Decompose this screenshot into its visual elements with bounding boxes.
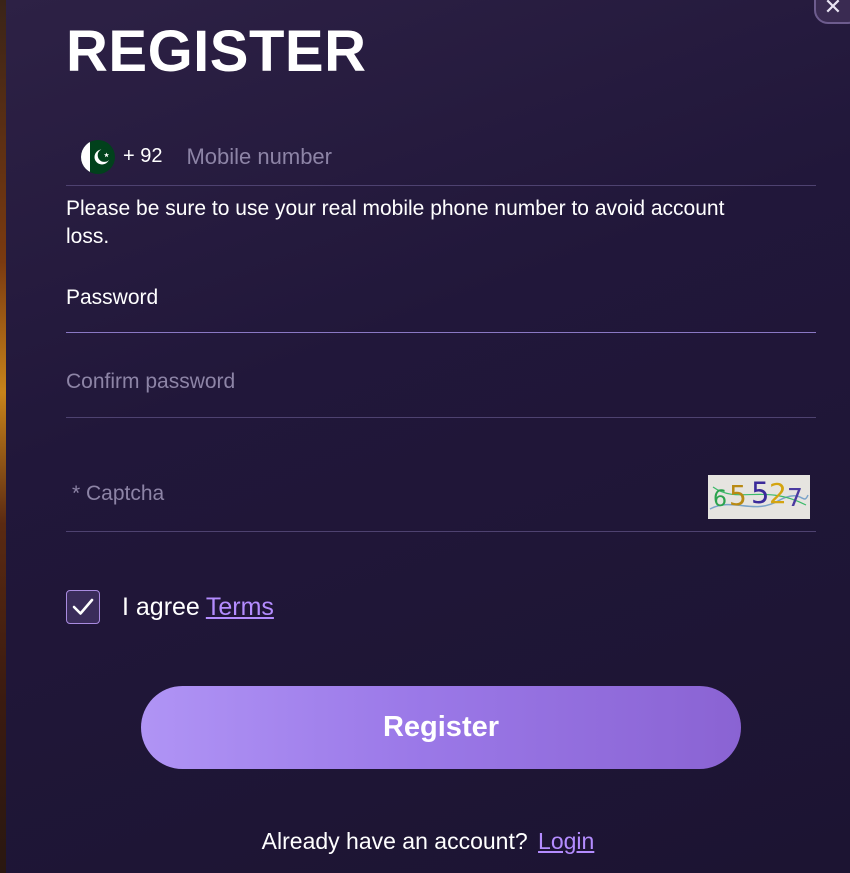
captcha-field: 6 5 5 2 7	[66, 470, 816, 532]
login-prompt-row: Already have an account? Login	[6, 828, 850, 855]
country-code[interactable]: + 92	[123, 145, 162, 168]
svg-text:5: 5	[729, 479, 747, 512]
register-button[interactable]: Register	[141, 686, 741, 769]
agree-terms-row: I agree Terms	[66, 590, 274, 624]
captcha-image[interactable]: 6 5 5 2 7	[708, 475, 810, 519]
phone-hint-text: Please be sure to use your real mobile p…	[66, 197, 725, 248]
mobile-number-field: + 92	[66, 128, 816, 186]
captcha-input[interactable]	[66, 482, 672, 506]
svg-text:2: 2	[769, 477, 787, 510]
pakistan-flag-icon	[81, 139, 115, 174]
svg-text:5: 5	[751, 476, 769, 510]
svg-text:6: 6	[713, 487, 727, 512]
register-modal: ✕ REGISTER + 92 Please be sure to use yo…	[6, 0, 850, 873]
login-prompt-text: Already have an account?	[261, 828, 528, 854]
page-title: REGISTER	[66, 19, 367, 84]
password-input[interactable]	[66, 286, 666, 310]
checkmark-icon	[72, 598, 94, 615]
terms-link[interactable]: Terms	[206, 593, 274, 622]
svg-text:7: 7	[787, 483, 803, 512]
close-button[interactable]: ✕	[814, 0, 850, 24]
agree-label: I agree	[122, 592, 200, 621]
agree-checkbox[interactable]	[66, 590, 100, 624]
confirm-password-input[interactable]	[66, 370, 666, 394]
login-link[interactable]: Login	[538, 828, 594, 854]
close-icon: ✕	[823, 0, 843, 19]
confirm-password-field	[66, 364, 816, 418]
password-field	[66, 280, 816, 333]
mobile-number-input[interactable]	[184, 142, 749, 171]
